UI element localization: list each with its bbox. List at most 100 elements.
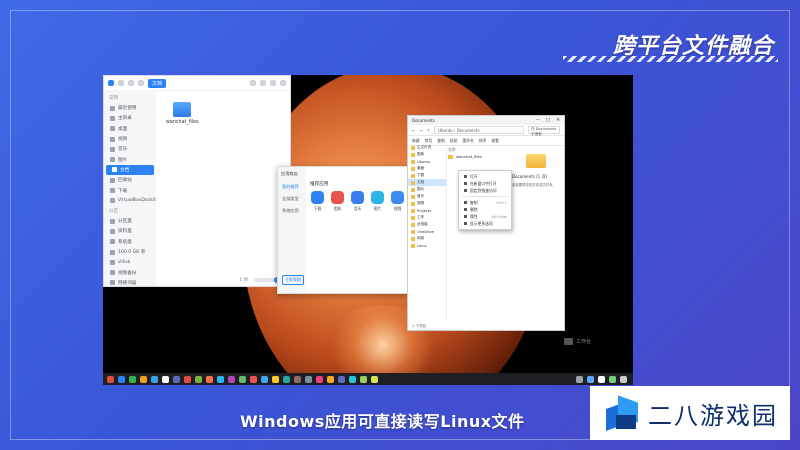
app-tile[interactable]: 下载 [310, 191, 325, 212]
taskbar-app-icon[interactable] [173, 375, 180, 383]
taskbar-app-icon[interactable] [239, 375, 246, 383]
tray-icon[interactable] [576, 375, 583, 383]
back-icon[interactable] [118, 80, 124, 86]
search-input[interactable]: 在 Documents 中搜索 [528, 126, 560, 136]
taskbar-app-icon[interactable] [129, 375, 136, 383]
taskbar-app-icon[interactable] [261, 375, 268, 383]
nav-item[interactable]: 文档 [408, 179, 446, 186]
app-tile[interactable]: 相机 [330, 191, 345, 212]
context-menu-item[interactable]: 在新窗口中打开 [459, 180, 511, 187]
taskbar-app-icon[interactable] [195, 375, 202, 383]
sidebar-item[interactable]: 音乐 [104, 144, 156, 154]
nav-item[interactable]: Projects [408, 207, 446, 214]
taskbar-app-icon[interactable] [228, 375, 235, 383]
sidebar-item[interactable]: VirtualBoxDockit [104, 196, 156, 206]
sidebar-item[interactable]: 文档 [106, 164, 154, 176]
nav-item[interactable]: 桌面 [408, 165, 446, 172]
sidebar-item[interactable]: 主目录 [104, 113, 156, 123]
home-icon[interactable] [138, 80, 144, 86]
toolbar-button[interactable]: 剪切 [425, 138, 433, 144]
nav-item[interactable]: 工作 [408, 214, 446, 221]
context-menu-item[interactable]: 属性 Alt+Enter [459, 213, 511, 220]
context-menu-item[interactable]: 固定到快速访问 [459, 187, 511, 194]
search-icon[interactable] [250, 80, 256, 86]
sidebar-item[interactable]: 系统盘 [104, 237, 156, 247]
app-tile[interactable]: 视频 [390, 191, 405, 212]
sidebar-item[interactable]: 网络邻居 [104, 278, 156, 288]
sidebar-item[interactable]: 最近使用 [104, 103, 156, 113]
taskbar-app-icon[interactable] [272, 375, 279, 383]
taskbar-app-icon[interactable] [338, 375, 345, 383]
tray-icon[interactable] [620, 375, 627, 383]
breadcrumb-ubuntu[interactable]: Ubuntu [438, 128, 453, 133]
taskbar-app-icon[interactable] [140, 375, 147, 383]
nav-item[interactable]: 网络 [408, 235, 446, 242]
sidebar-item[interactable]: 回收站 [104, 175, 156, 185]
close-button[interactable]: ✕ [556, 118, 560, 123]
sidebar-item[interactable]: 视频备份 [104, 267, 156, 277]
nav-item[interactable]: 主文件夹 [408, 144, 446, 151]
nav-item[interactable]: Ubuntu [408, 158, 446, 165]
address-bar[interactable]: Ubuntu › Documents [434, 126, 524, 134]
nav-item[interactable]: 音乐 [408, 193, 446, 200]
context-menu-item[interactable]: 打开 [459, 173, 511, 180]
view-icon[interactable] [260, 80, 266, 86]
taskbar-app-icon[interactable] [360, 375, 367, 383]
sidebar-item[interactable]: 视频 [104, 134, 156, 144]
sidebar-item[interactable]: 160.0 GB 卷 [104, 247, 156, 257]
toolbar-button[interactable]: 新建 [412, 138, 420, 144]
app-tile[interactable]: 图片 [370, 191, 385, 212]
toolbar-button[interactable]: 查看 [491, 138, 499, 144]
sidebar-item[interactable]: 分区盘 [104, 216, 156, 226]
path-chip[interactable]: 文档 [148, 78, 167, 88]
nav-item[interactable]: OneDrive [408, 228, 446, 235]
forward-icon[interactable]: → [419, 128, 422, 133]
sidebar-item[interactable]: 桌面 [104, 124, 156, 134]
breadcrumb-documents[interactable]: Documents [457, 128, 480, 133]
taskbar-app-icon[interactable] [371, 375, 378, 383]
tray-icon[interactable] [598, 375, 605, 383]
taskbar-app-icon[interactable] [206, 375, 213, 383]
taskbar-app-icon[interactable] [294, 375, 301, 383]
nav-system[interactable]: 系统应用 [278, 205, 306, 217]
get-button[interactable]: 立即获取 [282, 275, 304, 285]
taskbar-app-icon[interactable] [217, 375, 224, 383]
nav-item[interactable]: 下载 [408, 172, 446, 179]
nav-item[interactable]: 图片 [408, 186, 446, 193]
context-menu-item[interactable]: 复制 Ctrl+C [459, 199, 511, 206]
nav-item[interactable]: 图库 [408, 151, 446, 158]
sidebar-item[interactable]: 图片 [104, 154, 156, 164]
taskbar-app-icon[interactable] [184, 375, 191, 383]
sidebar-item[interactable]: 资料盘 [104, 226, 156, 236]
taskbar-app-icon[interactable] [118, 375, 125, 383]
nav-item[interactable]: Linux [408, 242, 446, 249]
sidebar-item[interactable]: Vdisk [104, 257, 156, 267]
taskbar-app-icon[interactable] [250, 375, 257, 383]
taskbar-app-icon[interactable] [151, 375, 158, 383]
list-item[interactable]: wanchat_files [448, 153, 508, 160]
close-icon[interactable] [280, 80, 286, 86]
toolbar-button[interactable]: 复制 [437, 138, 445, 144]
menu-icon[interactable] [270, 80, 276, 86]
context-menu-item[interactable]: 显示更多选项 [459, 220, 511, 227]
nav-item[interactable]: 视频 [408, 200, 446, 207]
tray-icon[interactable] [609, 375, 616, 383]
list-header[interactable]: 名称 [448, 146, 508, 153]
nav-all[interactable]: 全部类型 [278, 193, 306, 205]
nav-recommend[interactable]: 我的推荐 [278, 181, 306, 193]
taskbar-app-icon[interactable] [349, 375, 356, 383]
taskbar-app-icon[interactable] [316, 375, 323, 383]
column-name[interactable]: 名称 [448, 147, 456, 153]
context-menu-item[interactable]: 删除 [459, 206, 511, 213]
file-item[interactable]: wanchat_files [166, 102, 199, 125]
maximize-button[interactable]: □ [546, 118, 550, 123]
sidebar-item[interactable]: 下载 [104, 185, 156, 195]
back-icon[interactable]: ← [412, 128, 415, 133]
toolbar-button[interactable]: 重命名 [462, 138, 473, 144]
taskbar-app-icon[interactable] [305, 375, 312, 383]
minimize-button[interactable]: — [535, 118, 540, 123]
tray-icon[interactable] [587, 375, 594, 383]
forward-icon[interactable] [128, 80, 134, 86]
toolbar-button[interactable]: 排序 [479, 138, 487, 144]
up-icon[interactable]: ↑ [427, 128, 430, 133]
